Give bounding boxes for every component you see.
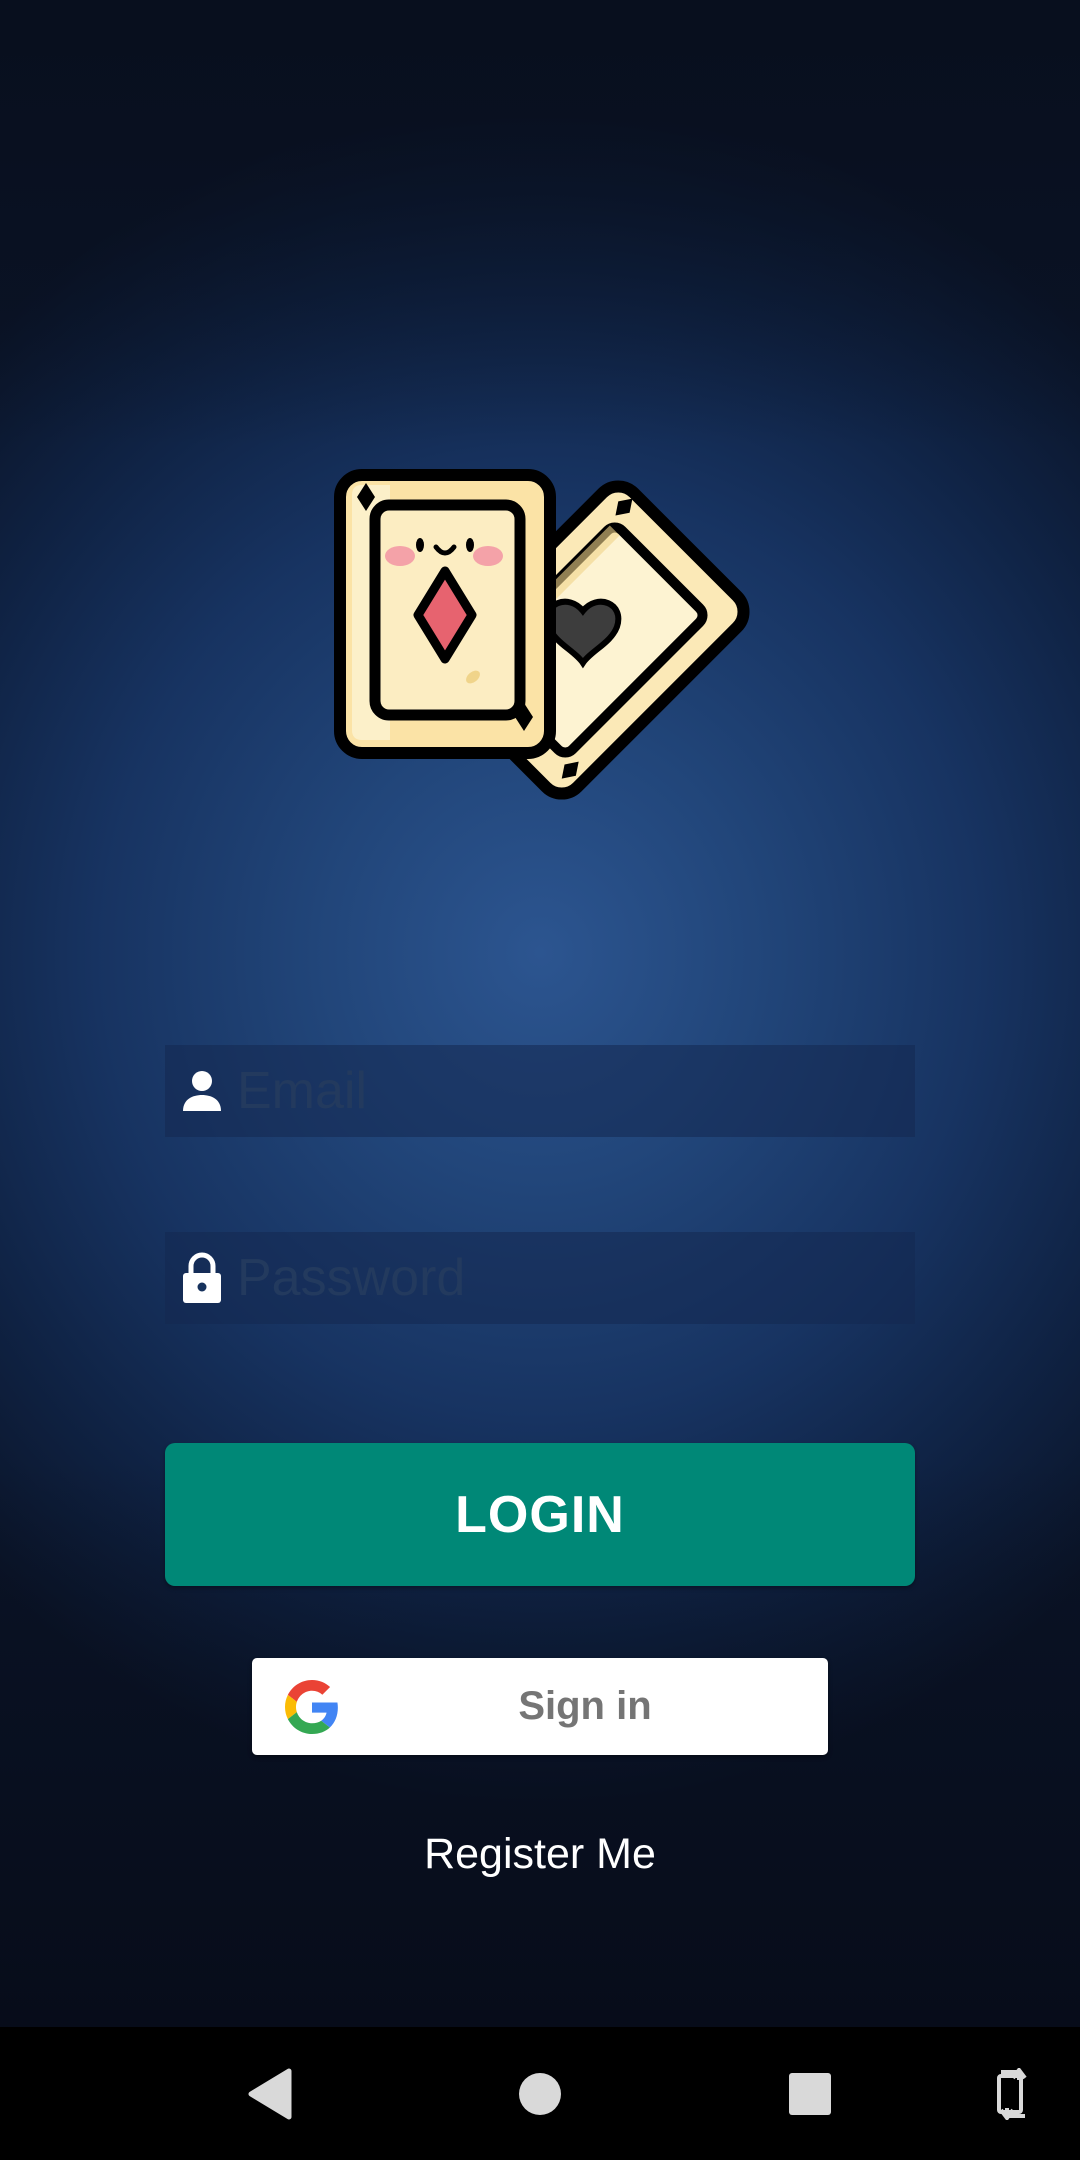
password-input[interactable] bbox=[237, 1238, 915, 1318]
recents-button[interactable] bbox=[770, 2027, 850, 2160]
login-button[interactable]: LOGIN bbox=[165, 1443, 915, 1586]
rotate-icon bbox=[997, 2067, 1027, 2120]
navigation-bar bbox=[0, 2027, 1080, 2160]
lock-icon bbox=[179, 1250, 225, 1306]
login-screen: LOGIN Sign in Register Me bbox=[0, 0, 1080, 2027]
person-icon bbox=[179, 1063, 225, 1119]
recents-icon bbox=[789, 2072, 831, 2115]
email-field[interactable] bbox=[165, 1045, 915, 1137]
email-input[interactable] bbox=[237, 1051, 915, 1131]
back-icon bbox=[248, 2068, 292, 2119]
google-signin-label: Sign in bbox=[518, 1684, 652, 1728]
password-field[interactable] bbox=[165, 1232, 915, 1324]
register-link[interactable]: Register Me bbox=[0, 1830, 1080, 1879]
home-button[interactable] bbox=[500, 2027, 580, 2160]
home-icon bbox=[519, 2072, 561, 2115]
playing-cards-icon bbox=[334, 469, 750, 800]
back-button[interactable] bbox=[230, 2027, 310, 2160]
rotate-button[interactable] bbox=[985, 2027, 1041, 2160]
google-signin-button[interactable]: Sign in bbox=[252, 1658, 828, 1755]
